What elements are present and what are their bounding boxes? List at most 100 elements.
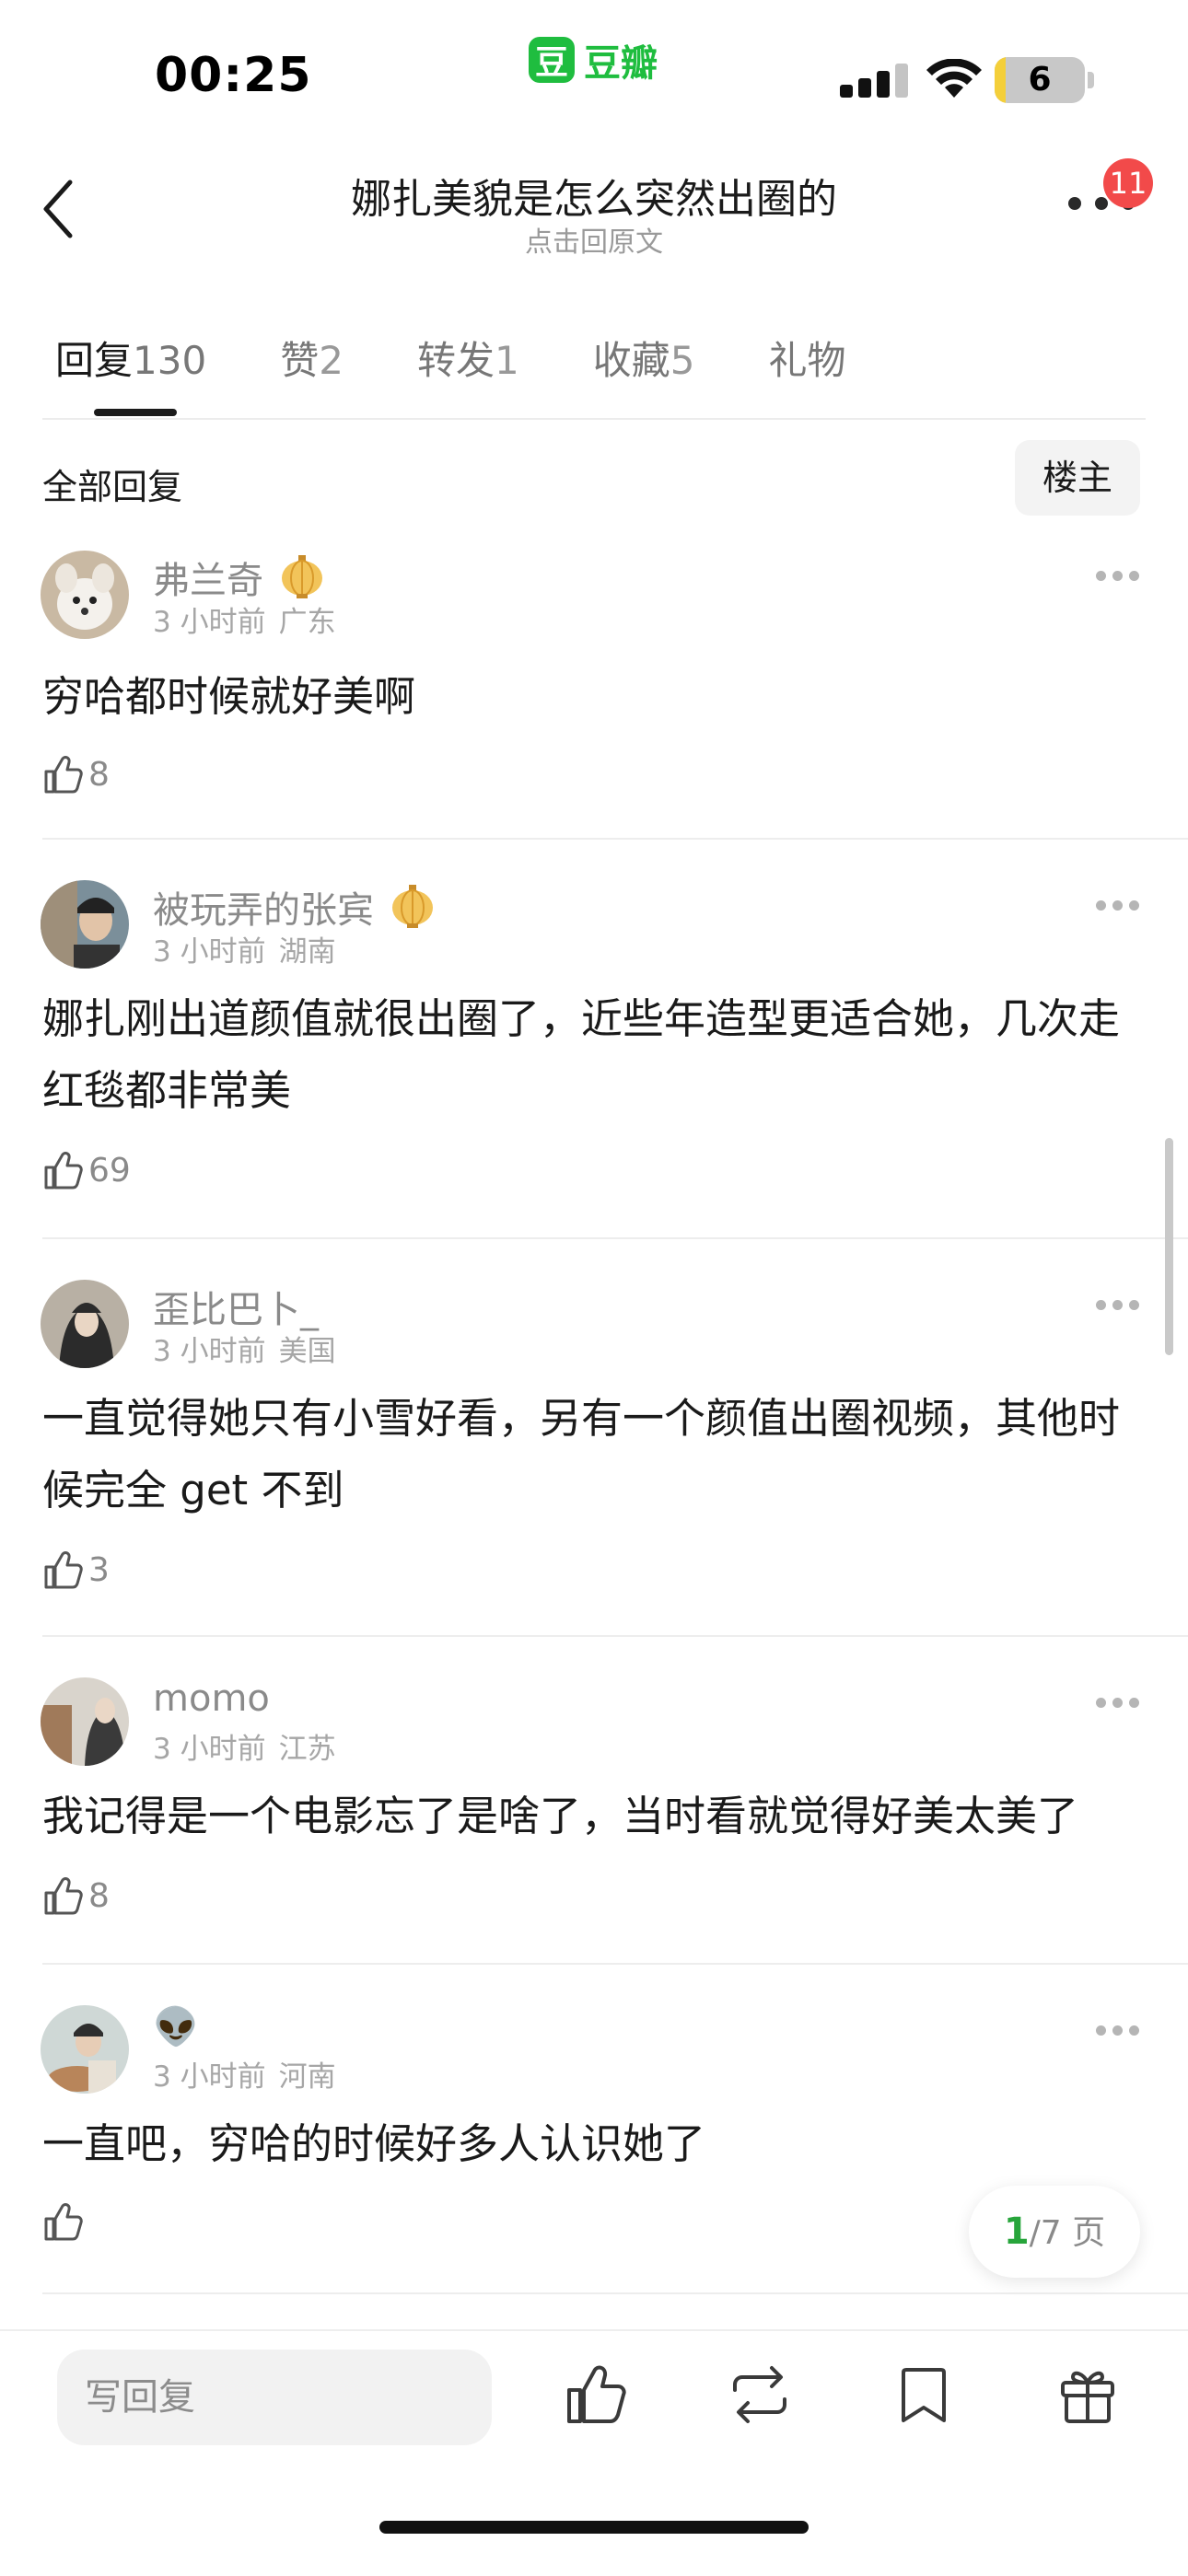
username-text: 歪比巴卜_	[153, 1289, 319, 1331]
tab-gifts[interactable]: 礼物	[768, 330, 845, 394]
tab-bar: 回复130 赞2 转发1 收藏5 礼物	[55, 330, 919, 394]
wifi-icon	[926, 59, 982, 98]
lantern-badge-icon	[392, 885, 433, 928]
comment-meta: 3 小时前 广东	[153, 598, 349, 640]
all-replies-label[interactable]: 全部回复	[42, 458, 182, 509]
comment-meta: 3 小时前 江苏	[153, 1725, 349, 1767]
avatar[interactable]	[41, 880, 129, 969]
avatar[interactable]	[41, 551, 129, 639]
status-time: 00:25	[155, 48, 312, 103]
like-button[interactable]: 8	[42, 753, 110, 795]
comment-username[interactable]: 歪比巴卜_	[153, 1280, 319, 1333]
home-indicator[interactable]	[379, 2521, 809, 2534]
tab-label: 转发	[416, 338, 495, 383]
tab-label: 收藏	[592, 338, 670, 383]
scrollbar[interactable]	[1165, 1138, 1173, 1355]
comment-time: 3 小时前	[153, 2060, 266, 2094]
battery-level: 6	[1028, 61, 1052, 99]
source-app[interactable]: 豆 豆瓣	[529, 35, 658, 85]
thumbs-up-icon	[44, 1152, 83, 1189]
tab-replies[interactable]: 回复130	[55, 330, 206, 394]
active-tab-indicator	[94, 409, 177, 416]
comment-location: 美国	[278, 1335, 336, 1368]
username-text: 被玩弄的张宾	[153, 889, 374, 932]
tab-count: 1	[494, 338, 519, 383]
divider	[42, 1635, 1188, 1637]
like-count: 3	[88, 1550, 110, 1589]
comment-username[interactable]: 被玩弄的张宾	[153, 880, 437, 934]
comment-text[interactable]: 一直吧，穷哈的时候好多人认识她了	[42, 2108, 1147, 2180]
comment-more-icon[interactable]	[1096, 567, 1140, 586]
tab-collections[interactable]: 收藏5	[593, 330, 695, 394]
comment-more-icon[interactable]	[1096, 1694, 1140, 1712]
comment-more-icon[interactable]	[1096, 1296, 1140, 1315]
battery-icon: 6	[995, 57, 1094, 103]
douban-logo-icon: 豆	[529, 37, 575, 83]
comment-time: 3 小时前	[153, 1733, 266, 1766]
comment-location: 河南	[278, 2060, 336, 2094]
op-only-button[interactable]: 楼主	[1015, 440, 1140, 516]
lantern-badge-icon	[282, 555, 322, 598]
comment-location: 江苏	[278, 1733, 336, 1766]
like-count: 8	[88, 1876, 110, 1915]
signal-icon	[840, 64, 908, 98]
tab-reposts[interactable]: 转发1	[417, 330, 519, 394]
comment-text[interactable]: 穷哈都时候就好美啊	[42, 661, 1147, 733]
comment-more-icon[interactable]	[1096, 2022, 1140, 2040]
like-button[interactable]: 8	[42, 1874, 110, 1917]
comment-time: 3 小时前	[153, 935, 266, 969]
reply-input[interactable]: 写回复	[57, 2350, 492, 2445]
comment-username[interactable]: 弗兰奇	[153, 551, 326, 604]
back-button[interactable]	[37, 177, 83, 241]
comment-text[interactable]: 娜扎刚出道颜值就很出圈了，近些年造型更适合她，几次走红毯都非常美	[42, 983, 1147, 1127]
divider	[42, 2292, 1188, 2294]
comment-text[interactable]: 一直觉得她只有小雪好看，另有一个颜值出圈视频，其他时候完全 get 不到	[42, 1383, 1147, 1526]
notification-badge: 11	[1103, 158, 1153, 208]
comment-username[interactable]: 👽	[153, 2005, 199, 2048]
like-button[interactable]	[42, 2200, 88, 2243]
tab-count: 130	[133, 338, 207, 383]
comment-meta: 3 小时前 河南	[153, 2053, 349, 2094]
comment-time: 3 小时前	[153, 1335, 266, 1368]
comment-text[interactable]: 我记得是一个电影忘了是啥了，当时看就觉得好美太美了	[42, 1781, 1147, 1852]
thumbs-up-icon	[44, 1877, 83, 1915]
source-app-label: 豆瓣	[584, 42, 658, 85]
thumbs-up-icon	[44, 1551, 83, 1589]
tab-label: 回复	[55, 338, 134, 383]
page-indicator[interactable]: 1/7 页	[969, 2186, 1140, 2278]
comment-time: 3 小时前	[153, 606, 266, 639]
back-to-post-link[interactable]: 点击回原文	[258, 219, 930, 260]
like-button[interactable]: 3	[42, 1549, 110, 1591]
current-page: 1	[1003, 2210, 1030, 2253]
comment-username[interactable]: momo	[153, 1677, 270, 1720]
thumbs-up-icon	[44, 2203, 83, 2241]
username-text: 弗兰奇	[153, 560, 263, 602]
tab-likes[interactable]: 赞2	[280, 330, 344, 394]
like-icon[interactable]	[564, 2362, 628, 2427]
comment-meta: 3 小时前 湖南	[153, 928, 349, 969]
repost-icon[interactable]	[728, 2362, 792, 2427]
like-count: 69	[88, 1151, 131, 1189]
divider	[42, 418, 1146, 420]
bookmark-icon[interactable]	[891, 2362, 956, 2427]
thumbs-up-icon	[44, 756, 83, 794]
divider	[42, 1963, 1188, 1965]
tab-label: 礼物	[768, 338, 846, 383]
comment-meta: 3 小时前 美国	[153, 1328, 349, 1369]
tab-count: 5	[670, 338, 695, 383]
like-count: 8	[88, 755, 110, 794]
avatar[interactable]	[41, 1280, 129, 1368]
gift-icon[interactable]	[1055, 2362, 1120, 2427]
divider	[42, 838, 1188, 840]
total-pages: /7 页	[1029, 2214, 1106, 2252]
divider	[42, 1237, 1188, 1239]
avatar[interactable]	[41, 1677, 129, 1766]
comment-location: 广东	[278, 606, 336, 639]
like-button[interactable]: 69	[42, 1149, 131, 1191]
page-title[interactable]: 娜扎美貌是怎么突然出圈的	[258, 166, 930, 225]
status-bar: 00:25 豆 豆瓣 6	[0, 0, 1188, 138]
comment-location: 湖南	[278, 935, 336, 969]
comment-more-icon[interactable]	[1096, 897, 1140, 915]
avatar[interactable]	[41, 2005, 129, 2094]
username-text: 👽	[153, 2006, 199, 2048]
